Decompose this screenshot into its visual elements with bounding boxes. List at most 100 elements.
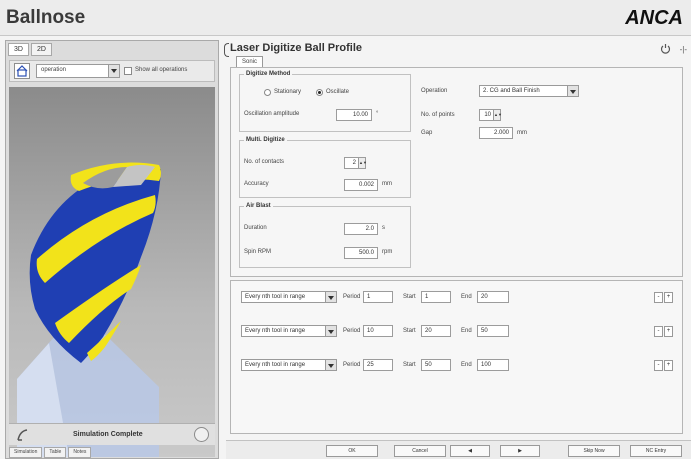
tab-2d[interactable]: 2D: [30, 43, 52, 56]
operation-select[interactable]: operation: [36, 64, 120, 78]
gap-field[interactable]: 2.000: [479, 127, 513, 139]
range-row: Every nth tool in range Period 25 Start …: [237, 359, 677, 373]
range-row: Every nth tool in range Period 10 Start …: [237, 325, 677, 339]
multi-digitize-group: Multi. Digitize No. of contacts 2 ▲▼ Acc…: [239, 137, 411, 198]
start-field[interactable]: 1: [421, 291, 451, 303]
amplitude-unit: °: [376, 111, 379, 117]
oscillate-radio[interactable]: [316, 89, 323, 96]
period-field[interactable]: 1: [363, 291, 393, 303]
end-field[interactable]: 20: [477, 291, 509, 303]
spin-rpm-unit: rpm: [382, 249, 393, 255]
home-view-button[interactable]: [14, 63, 30, 79]
chevron-down-icon: [567, 86, 578, 96]
points-value: 10: [484, 112, 491, 118]
cancel-button[interactable]: Cancel: [394, 445, 446, 457]
tool-render: [17, 162, 161, 457]
digitize-method-title: Digitize Method: [244, 71, 293, 77]
period-field[interactable]: 25: [363, 359, 393, 371]
operation-label: Operation: [421, 88, 448, 94]
tab-3d[interactable]: 3D: [8, 43, 29, 56]
range-row: Every nth tool in range Period 1 Start 1…: [237, 291, 677, 305]
tab-notes[interactable]: Notes: [68, 447, 92, 458]
parameters-form: Digitize Method Stationary Oscillate Osc…: [230, 67, 683, 277]
accuracy-field[interactable]: 0.002: [344, 179, 378, 191]
gap-label: Gap: [421, 130, 433, 136]
previous-button[interactable]: ◀: [450, 445, 490, 457]
range-mode-select[interactable]: Every nth tool in range: [241, 359, 337, 371]
start-field[interactable]: 50: [421, 359, 451, 371]
gap-unit: mm: [517, 130, 527, 136]
digitize-method-group: Digitize Method Stationary Oscillate Osc…: [239, 71, 411, 132]
air-blast-group: Air Blast Duration 2.0 s Spin RPM 500.0 …: [239, 203, 411, 268]
spinner-icon[interactable]: ▲▼: [358, 158, 367, 168]
ok-button[interactable]: OK: [326, 445, 378, 457]
chevron-down-icon: [325, 292, 336, 302]
tab-simulation[interactable]: Simulation: [9, 447, 43, 458]
brand-text: ANCA: [624, 7, 683, 29]
viewer-toolbar: operation Show all operations: [9, 60, 215, 82]
contacts-label: No. of contacts: [244, 159, 285, 165]
period-label: Period: [343, 294, 361, 300]
amplitude-field[interactable]: 10.00: [336, 109, 372, 121]
oscillate-label: Oscillate: [326, 89, 350, 95]
duration-label: Duration: [244, 225, 267, 231]
start-label: Start: [403, 362, 416, 368]
simulation-panel: 3D 2D operation Show all operations Simu…: [5, 40, 219, 459]
contacts-value: 2: [352, 160, 356, 166]
points-field[interactable]: 10 ▲▼: [479, 109, 502, 121]
add-range-button[interactable]: +: [664, 326, 673, 337]
range-mode-value: Every nth tool in range: [245, 362, 306, 368]
remove-range-button[interactable]: -: [654, 326, 663, 337]
dialog-button-bar: OK Cancel ◀ ▶ Skip Now NC Entry: [226, 440, 691, 459]
show-all-label: Show all operations: [135, 67, 188, 73]
end-label: End: [461, 362, 472, 368]
points-label: No. of points: [421, 112, 455, 118]
skip-now-button[interactable]: Skip Now: [568, 445, 620, 457]
duration-unit: s: [382, 225, 385, 231]
duration-field[interactable]: 2.0: [344, 223, 378, 235]
tab-table[interactable]: Table: [44, 447, 67, 458]
spin-rpm-label: Spin RPM: [244, 249, 272, 255]
start-field[interactable]: 20: [421, 325, 451, 337]
pin-icon[interactable]: -|-: [680, 45, 687, 54]
contacts-field[interactable]: 2 ▲▼: [344, 157, 367, 169]
show-all-checkbox[interactable]: [124, 67, 132, 75]
view-tabs: 3D 2D: [8, 43, 52, 57]
remove-range-button[interactable]: -: [654, 360, 663, 371]
end-field[interactable]: 50: [477, 325, 509, 337]
home-icon: [16, 65, 28, 77]
range-mode-select[interactable]: Every nth tool in range: [241, 325, 337, 337]
power-icon[interactable]: [660, 43, 671, 54]
end-label: End: [461, 294, 472, 300]
operation-panel: Laser Digitize Ball Profile -|- Sonic Di…: [223, 40, 691, 459]
period-field[interactable]: 10: [363, 325, 393, 337]
app-title: Ballnose: [6, 7, 86, 28]
add-range-button[interactable]: +: [664, 292, 673, 303]
simulation-icon[interactable]: [15, 427, 31, 443]
spin-rpm-field[interactable]: 500.0: [344, 247, 378, 259]
end-label: End: [461, 328, 472, 334]
range-mode-value: Every nth tool in range: [245, 294, 306, 300]
air-blast-title: Air Blast: [244, 203, 273, 209]
amplitude-label: Oscillation amplitude: [244, 111, 300, 117]
operation-dropdown[interactable]: 2. CG and Ball Finish: [479, 85, 579, 97]
stationary-radio[interactable]: [264, 89, 271, 96]
3d-viewport[interactable]: [9, 87, 215, 457]
tab-sonic[interactable]: Sonic: [236, 56, 264, 67]
end-field[interactable]: 100: [477, 359, 509, 371]
nc-entry-button[interactable]: NC Entry: [630, 445, 682, 457]
multi-digitize-title: Multi. Digitize: [244, 137, 287, 143]
spinner-icon[interactable]: ▲▼: [493, 110, 502, 120]
range-mode-select[interactable]: Every nth tool in range: [241, 291, 337, 303]
add-range-button[interactable]: +: [664, 360, 673, 371]
help-icon[interactable]: [194, 427, 209, 442]
start-label: Start: [403, 294, 416, 300]
tool-range-list: Every nth tool in range Period 1 Start 1…: [230, 280, 683, 434]
chevron-down-icon: [108, 65, 119, 77]
operation-select-value: operation: [41, 67, 67, 73]
next-button[interactable]: ▶: [500, 445, 540, 457]
range-mode-value: Every nth tool in range: [245, 328, 306, 334]
remove-range-button[interactable]: -: [654, 292, 663, 303]
chevron-down-icon: [325, 326, 336, 336]
app-header: Ballnose ANCA: [0, 0, 691, 36]
